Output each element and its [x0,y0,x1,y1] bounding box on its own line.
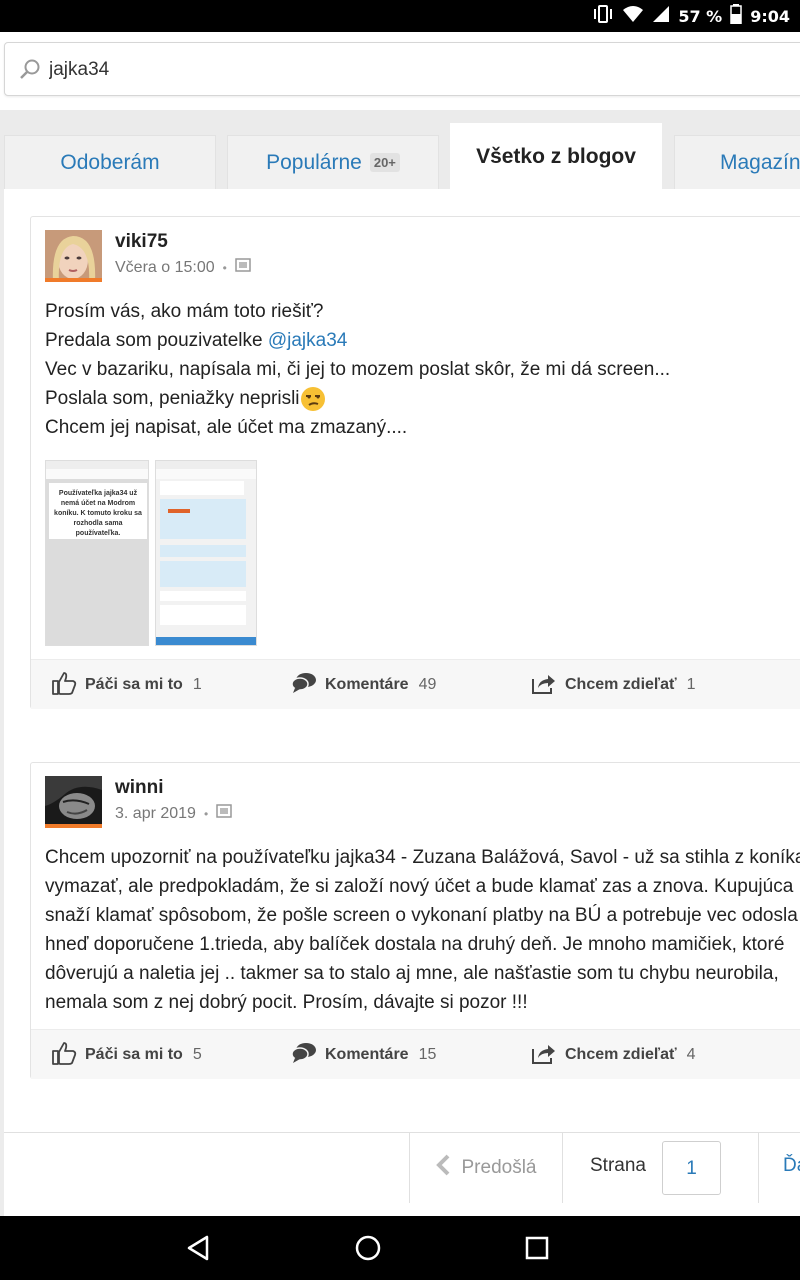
battery-percent: 57 % [678,6,723,26]
comments-button[interactable]: Komentáre 49 [291,660,436,710]
wifi-icon [622,5,644,27]
post-time: 3. apr 2019 [115,804,196,822]
mention-link[interactable]: @jajka34 [268,330,348,351]
avatar[interactable] [45,776,102,828]
comments-icon [291,672,317,699]
post-body: Prosím vás, ako mám toto riešiť? Predala… [45,297,670,442]
share-button[interactable]: Chcem zdieľať 4 [531,1030,696,1080]
clock: 9:04 [750,6,790,26]
post-body: Chcem upozorniť na používateľku jajka34 … [45,843,800,1017]
back-icon[interactable] [183,1232,215,1264]
post-actions: Páči sa mi to 5 Komentáre 15 Chcem zdieľ… [31,1029,800,1079]
post-line-text: Predala som pouzivatelke [45,330,268,351]
share-icon [531,1041,557,1070]
comments-icon [291,1042,317,1069]
post-line: Chcem upozorniť na používateľku jajka34 … [45,847,800,868]
author-name[interactable]: winni [115,777,164,799]
recents-icon[interactable] [521,1232,553,1264]
share-label: Chcem zdieľať [565,676,677,693]
share-count: 1 [686,676,696,693]
separator-dot: • [222,260,227,275]
thumbs-up-icon [51,671,77,700]
post-line-with-mention: Predala som pouzivatelke @jajka34 [45,326,670,355]
navigation-bar [0,1216,800,1280]
post-line: Prosím vás, ako mám toto riešiť? [45,301,324,322]
next-page-button[interactable]: Ďa [758,1133,800,1203]
visibility-icon [235,257,251,278]
like-button[interactable]: Páči sa mi to 5 [51,1030,202,1080]
status-bar: 57 % 9:04 [0,0,800,32]
post-meta: 3. apr 2019 • [115,803,232,824]
signal-icon [652,5,670,27]
previous-label: Predošlá [461,1157,537,1178]
post-line: nemala som z nej dobrý pocit. Prosím, dá… [45,992,528,1013]
avatar[interactable] [45,230,102,282]
comments-label: Komentáre [325,676,409,693]
like-label: Páči sa mi to [85,1046,183,1063]
search-bar [4,42,800,96]
like-label: Páči sa mi to [85,676,183,693]
tab-magazin[interactable]: Magazín [674,135,800,189]
comments-label: Komentáre [325,1046,409,1063]
post-line: dôverujú a naletia jej .. takmer sa to s… [45,963,779,984]
pagination: Predošlá Strana 1 Ďa [4,1132,800,1204]
post-time: Včera o 15:00 [115,258,215,276]
like-count: 5 [192,1046,202,1063]
share-label: Chcem zdieľať [565,1046,677,1063]
emoji-unamused [300,386,326,412]
visibility-icon [216,803,232,824]
author-name[interactable]: viki75 [115,231,168,253]
tab-badge: 20+ [369,153,400,172]
battery-icon [730,4,742,28]
comments-count: 49 [418,676,437,693]
comments-count: 15 [418,1046,437,1063]
share-button[interactable]: Chcem zdieľať 1 [531,660,696,710]
comments-button[interactable]: Komentáre 15 [291,1030,436,1080]
next-label: Ďa [783,1155,800,1176]
separator-dot: • [203,806,209,821]
tab-label: Všetko z blogov [476,145,636,168]
tab-popularne[interactable]: Populárne 20+ [227,135,439,189]
screenshot-text: Používateľka jajka34 už nemá účet na Mod… [54,490,142,537]
share-count: 4 [686,1046,696,1063]
thumbs-up-icon [51,1041,77,1070]
post-line: Chcem jej napisat, ale účet ma zmazaný..… [45,417,408,438]
post-line: hneď doporučene 1.trieda, aby balíček do… [45,934,785,955]
search-icon [19,58,41,84]
post-line-with-emoji: Poslala som, peniažky neprisli [45,384,670,413]
post-line: vymazať, ale predpokladám, že si založí … [45,876,794,897]
tab-odoberam[interactable]: Odoberám [4,135,216,189]
tab-label: Odoberám [60,150,160,174]
search-input[interactable] [49,55,749,85]
share-icon [531,671,557,700]
post-line: Vec v bazariku, napísala mi, či jej to m… [45,359,671,380]
tab-label: Populárne [266,150,362,174]
post-line-text: Poslala som, peniažky neprisli [45,388,300,409]
page-label: Strana [590,1155,646,1176]
previous-page-button[interactable]: Predošlá [409,1133,563,1203]
chevron-left-icon [435,1154,450,1182]
blog-post: viki75 Včera o 15:00 • Prosím vás, ako m… [30,216,800,709]
attachment-image-2[interactable] [155,460,257,646]
vibrate-icon [592,5,614,27]
blog-post: winni 3. apr 2019 • Chcem upozorniť na p… [30,762,800,1079]
like-count: 1 [192,676,202,693]
like-button[interactable]: Páči sa mi to 1 [51,660,202,710]
post-meta: Včera o 15:00 • [115,257,251,278]
post-actions: Páči sa mi to 1 Komentáre 49 Chcem zdieľ… [31,659,800,709]
page-number-input[interactable]: 1 [662,1141,721,1195]
tab-vsetko-z-blogov[interactable]: Všetko z blogov [450,123,662,190]
post-line: snaží klamať spôsobom, že pošle screen o… [45,905,798,926]
tab-label: Magazín [720,150,800,174]
home-icon[interactable] [352,1232,384,1264]
attachment-image-1[interactable]: Používateľka jajka34 už nemá účet na Mod… [45,460,149,646]
